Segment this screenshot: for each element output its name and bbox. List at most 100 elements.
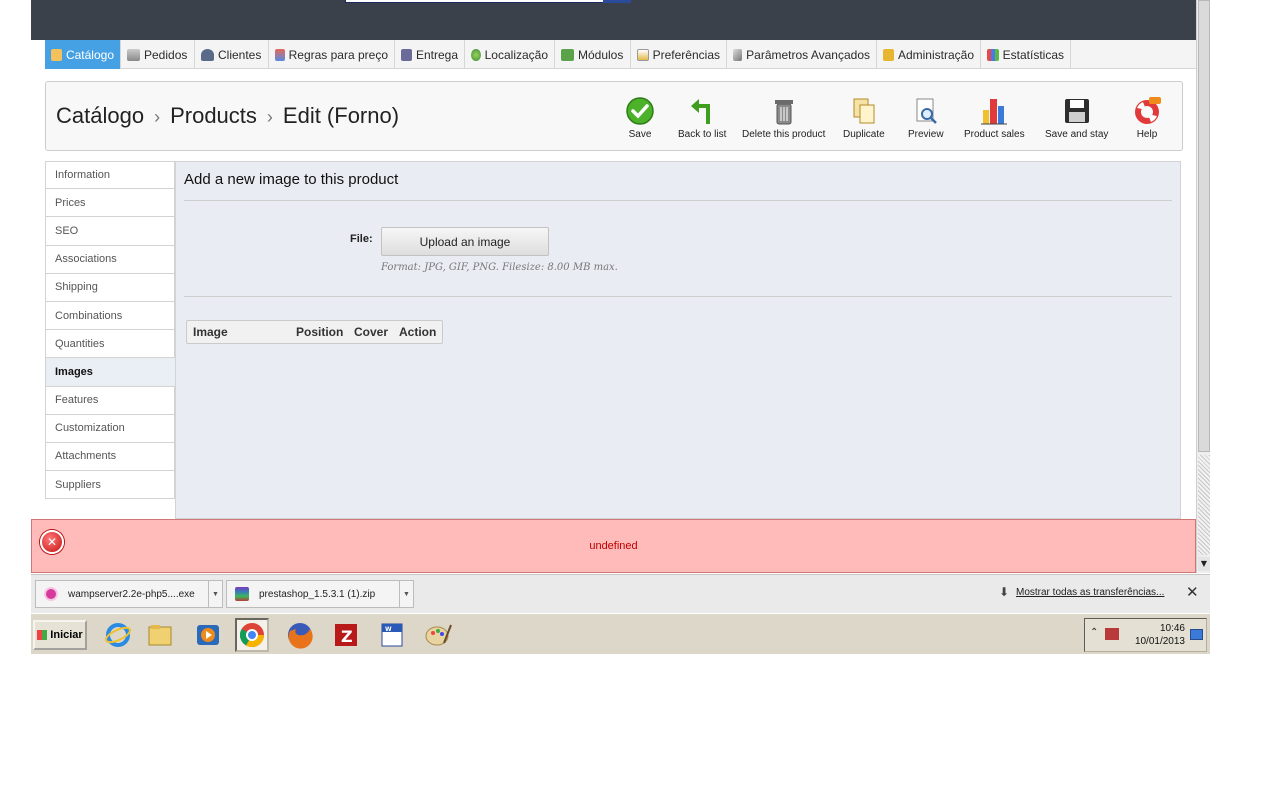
menu-item-modulos[interactable]: Módulos <box>555 40 631 69</box>
help-button[interactable]: Help <box>1132 96 1162 142</box>
download-filename: prestashop_1.5.3.1 (1).zip <box>259 588 376 600</box>
scroll-down-arrow-icon[interactable]: ▼ <box>1198 557 1210 571</box>
menu-label: Pedidos <box>144 47 188 62</box>
delete-product-button[interactable]: Delete this product <box>742 96 825 142</box>
save-and-stay-button[interactable]: Save and stay <box>1045 96 1108 142</box>
chevron-down-icon[interactable]: ▼ <box>399 581 413 607</box>
duplicate-icon <box>849 96 879 126</box>
product-tabs: Information Prices SEO Associations Ship… <box>45 161 175 500</box>
internet-explorer-icon[interactable] <box>101 618 135 652</box>
filezilla-icon[interactable]: Z <box>329 618 363 652</box>
menu-label: Regras para preço <box>288 47 388 62</box>
tab-images[interactable]: Images <box>45 358 175 387</box>
menu-item-localizacao[interactable]: Localização <box>465 40 555 69</box>
folder-icon <box>51 48 62 61</box>
tab-associations[interactable]: Associations <box>45 245 175 274</box>
truck-icon <box>401 48 412 61</box>
menu-item-clientes[interactable]: Clientes <box>195 40 269 69</box>
tab-attachments[interactable]: Attachments <box>45 442 175 472</box>
trash-icon <box>769 96 799 126</box>
back-to-list-button[interactable]: Back to list <box>678 96 726 142</box>
show-desktop-icon[interactable] <box>1190 629 1203 640</box>
tab-information[interactable]: Information <box>45 161 175 190</box>
save-stay-label: Save and stay <box>1045 129 1109 140</box>
tray-app-icon[interactable] <box>1105 628 1119 640</box>
chevron-up-icon[interactable]: ⌃ <box>1090 627 1098 638</box>
product-sales-button[interactable]: Product sales <box>964 96 1025 142</box>
duplicate-label: Duplicate <box>843 129 885 140</box>
breadcrumb-products[interactable]: Products <box>170 103 257 128</box>
tab-suppliers[interactable]: Suppliers <box>45 471 175 500</box>
paint-icon[interactable] <box>421 618 455 652</box>
download-item[interactable]: wampserver2.2e-php5....exe ▼ <box>35 580 223 608</box>
browser-window: ▼ Catálogo Pedidos Clientes Regras para … <box>31 0 1210 654</box>
menu-item-catalogo[interactable]: Catálogo <box>45 40 121 69</box>
show-all-downloads-link[interactable]: Mostrar todas as transferências... <box>1016 587 1164 598</box>
sales-label: Product sales <box>964 129 1025 140</box>
word-icon[interactable]: W <box>375 618 409 652</box>
clock-time: 10:46 <box>1159 623 1185 634</box>
preview-button[interactable]: Preview <box>908 96 944 142</box>
scrollbar-track[interactable] <box>1198 455 1210 555</box>
globe-icon <box>471 48 481 61</box>
tab-customization[interactable]: Customization <box>45 414 175 443</box>
preview-magnifier-icon <box>911 96 941 126</box>
download-item[interactable]: prestashop_1.5.3.1 (1).zip ▼ <box>226 580 414 608</box>
file-explorer-icon[interactable] <box>143 618 177 652</box>
winrar-icon <box>235 587 249 601</box>
menu-item-estatisticas[interactable]: Estatísticas <box>981 40 1071 69</box>
header-search-input[interactable] <box>345 0 631 3</box>
save-label: Save <box>628 129 652 140</box>
menu-item-regras-preco[interactable]: Regras para preço <box>269 40 395 69</box>
media-player-icon[interactable] <box>191 618 225 652</box>
clock-date: 10/01/2013 <box>1134 636 1185 647</box>
column-header-image: Image <box>193 325 228 339</box>
windows-taskbar: Iniciar Z W ⌃ 10:46 10/01/2013 <box>31 613 1210 654</box>
back-label: Back to list <box>678 129 727 140</box>
section-heading: Add a new image to this product <box>184 171 399 188</box>
bar-chart-icon <box>987 48 999 61</box>
start-button[interactable]: Iniciar <box>33 620 87 650</box>
scrollbar-thumb[interactable] <box>1198 0 1210 452</box>
key-icon <box>883 48 894 61</box>
price-rules-icon <box>275 48 285 61</box>
breadcrumb-catalog[interactable]: Catálogo <box>56 103 144 128</box>
cart-icon <box>127 48 140 61</box>
tab-seo[interactable]: SEO <box>45 217 175 246</box>
save-check-icon <box>625 96 655 126</box>
puzzle-icon <box>561 48 574 61</box>
delete-label: Delete this product <box>742 129 826 140</box>
column-header-cover: Cover <box>354 325 389 339</box>
system-tray: ⌃ 10:46 10/01/2013 <box>1084 618 1207 652</box>
menu-label: Localização <box>484 47 548 62</box>
page-scrollbar[interactable]: ▼ <box>1196 0 1210 573</box>
menu-label: Administração <box>897 47 974 62</box>
tab-quantities[interactable]: Quantities <box>45 330 175 359</box>
breadcrumb-separator: › <box>266 107 273 127</box>
chevron-down-icon[interactable]: ▼ <box>208 581 222 607</box>
duplicate-button[interactable]: Duplicate <box>843 96 885 142</box>
menu-item-entrega[interactable]: Entrega <box>395 40 465 69</box>
tab-shipping[interactable]: Shipping <box>45 273 175 302</box>
download-filename: wampserver2.2e-php5....exe <box>68 588 195 600</box>
header-search-button[interactable] <box>603 0 631 3</box>
firefox-icon[interactable] <box>283 618 317 652</box>
clock[interactable]: 10:46 10/01/2013 <box>1133 622 1185 648</box>
tab-combinations[interactable]: Combinations <box>45 301 175 331</box>
menu-label: Parâmetros Avançados <box>746 47 870 62</box>
tab-prices[interactable]: Prices <box>45 189 175 218</box>
upload-image-button[interactable]: Upload an image <box>381 227 549 256</box>
svg-text:W: W <box>385 626 392 633</box>
tab-features[interactable]: Features <box>45 386 175 415</box>
preferences-icon <box>637 48 649 61</box>
chrome-icon[interactable] <box>235 618 269 652</box>
menu-item-pedidos[interactable]: Pedidos <box>121 40 195 69</box>
help-label: Help <box>1136 129 1158 140</box>
close-icon[interactable]: ✕ <box>1186 583 1199 601</box>
breadcrumb: Catálogo › Products › Edit (Forno) <box>56 103 399 129</box>
menu-item-preferencias[interactable]: Preferências <box>631 40 727 69</box>
menu-item-parametros[interactable]: Parâmetros Avançados <box>727 40 877 69</box>
save-button[interactable]: Save <box>625 96 655 142</box>
menu-item-administracao[interactable]: Administração <box>877 40 981 69</box>
images-table-header: Image Position Cover Action <box>186 320 443 344</box>
